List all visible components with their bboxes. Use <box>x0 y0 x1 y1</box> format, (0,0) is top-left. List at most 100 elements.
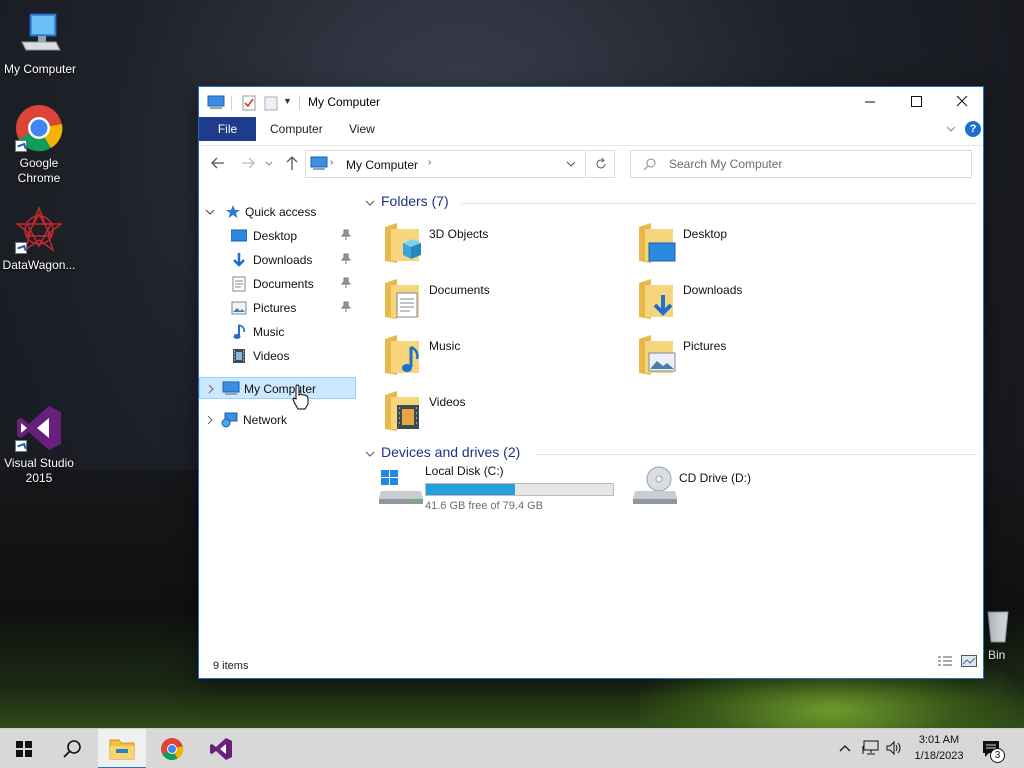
clock-time[interactable]: 3:01 AM <box>908 734 970 746</box>
notification-count-badge: 3 <box>990 748 1005 763</box>
desktop-icon-my-computer[interactable]: My Computer <box>0 10 80 77</box>
shortcut-arrow-icon <box>15 242 27 254</box>
clock-date[interactable]: 1/18/2023 <box>908 750 970 762</box>
desktop-icon-label: Google Chrome <box>17 156 61 185</box>
folder-documents[interactable]: Documents <box>383 275 623 325</box>
nav-item-music[interactable]: Music <box>199 321 356 343</box>
group-header-label: Folders (7) <box>381 193 449 209</box>
download-arrow-icon <box>231 252 247 271</box>
title-bar[interactable]: ▼ My Computer <box>199 87 983 117</box>
pin-icon[interactable] <box>340 253 352 265</box>
folder-name: Music <box>429 339 461 353</box>
nav-item-downloads[interactable]: Downloads <box>199 249 356 271</box>
help-icon[interactable]: ? <box>965 121 981 137</box>
group-header-folders[interactable]: Folders (7) <box>365 193 977 213</box>
computer-icon <box>222 381 240 400</box>
tab-computer[interactable]: Computer <box>256 117 337 141</box>
minimize-button[interactable] <box>847 87 893 117</box>
music-note-icon <box>233 324 247 343</box>
status-item-count: 9 items <box>213 660 249 672</box>
pin-icon[interactable] <box>340 277 352 289</box>
group-divider <box>535 454 977 455</box>
address-bar[interactable]: › My Computer › <box>305 150 586 178</box>
visual-studio-icon <box>15 404 63 452</box>
start-button[interactable] <box>0 729 48 768</box>
hand-cursor-icon <box>292 384 310 413</box>
document-icon <box>232 276 246 295</box>
nav-item-network[interactable]: Network <box>199 409 356 431</box>
search-button[interactable] <box>48 729 96 768</box>
tab-view[interactable]: View <box>335 117 389 141</box>
volume-icon[interactable] <box>885 740 903 759</box>
folder-3d-objects[interactable]: 3D Objects <box>383 219 623 269</box>
drive-cd-d[interactable]: CD Drive (D:) <box>633 463 873 523</box>
file-explorer-window: ▼ My Computer File Computer View ? › My … <box>198 86 984 679</box>
recent-locations-dropdown[interactable] <box>263 154 275 172</box>
close-button[interactable] <box>939 87 985 117</box>
folder-desktop[interactable]: Desktop <box>637 219 877 269</box>
computer-icon <box>207 95 225 114</box>
drive-usage-fill <box>426 484 515 495</box>
expand-ribbon-chevron-icon[interactable] <box>944 122 958 136</box>
breadcrumb-chevron-icon[interactable]: › <box>428 157 431 168</box>
refresh-button[interactable] <box>587 150 615 178</box>
nav-item-quick-access[interactable]: Quick access <box>199 201 356 223</box>
desktop-folder-icon <box>230 229 248 246</box>
search-input[interactable] <box>669 151 959 177</box>
chevron-down-icon[interactable] <box>365 448 375 462</box>
picture-icon <box>231 301 247 318</box>
folder-name: Pictures <box>683 339 727 353</box>
folder-name: Downloads <box>683 283 743 297</box>
search-icon <box>643 157 657 174</box>
drive-name: Local Disk (C:) <box>425 464 504 478</box>
details-view-icon[interactable] <box>937 655 953 670</box>
nav-item-label: Videos <box>253 349 290 363</box>
taskbar-chrome[interactable] <box>148 729 196 768</box>
taskbar-file-explorer[interactable] <box>98 729 146 768</box>
downloads-folder-icon <box>637 277 677 324</box>
breadcrumb-my-computer[interactable]: My Computer <box>346 158 418 172</box>
folder-videos[interactable]: Videos <box>383 387 623 437</box>
taskbar-visual-studio[interactable] <box>196 729 244 768</box>
desktop-icon-datawagon[interactable]: DataWagon... <box>0 205 79 273</box>
drive-local-disk-c[interactable]: Local Disk (C:) 41.6 GB free of 79.4 GB <box>379 463 639 523</box>
show-hidden-icons-chevron-icon[interactable] <box>838 741 852 758</box>
desktop-icon-google-chrome[interactable]: Google Chrome <box>0 104 79 186</box>
nav-item-videos[interactable]: Videos <box>199 345 356 367</box>
pin-icon[interactable] <box>340 229 352 241</box>
nav-item-my-computer[interactable]: My Computer <box>199 377 356 399</box>
videos-folder-icon <box>383 389 423 436</box>
nav-item-pictures[interactable]: Pictures <box>199 297 356 319</box>
forward-button[interactable] <box>239 154 257 172</box>
computer-icon <box>310 156 328 175</box>
address-dropdown-icon[interactable] <box>564 157 578 174</box>
new-folder-icon[interactable] <box>263 95 279 114</box>
nav-item-documents[interactable]: Documents <box>199 273 356 295</box>
large-icons-view-icon[interactable] <box>961 655 977 670</box>
chevron-down-icon[interactable] <box>365 197 375 211</box>
desktop-icon-visual-studio-2015[interactable]: Visual Studio 2015 <box>0 404 79 486</box>
folder-music[interactable]: Music <box>383 331 623 381</box>
properties-icon[interactable] <box>241 95 257 114</box>
3d-objects-folder-icon <box>383 221 423 268</box>
nav-item-desktop[interactable]: Desktop <box>199 225 356 247</box>
chevron-right-icon[interactable] <box>206 383 216 394</box>
maximize-button[interactable] <box>893 87 939 117</box>
breadcrumb-separator-icon[interactable]: › <box>330 157 333 168</box>
search-box[interactable] <box>630 150 972 178</box>
nav-item-label: Network <box>243 413 288 427</box>
pictures-folder-icon <box>637 333 677 380</box>
back-button[interactable] <box>209 154 227 172</box>
desktop-icon-label: DataWagon... <box>2 258 76 272</box>
tab-file[interactable]: File <box>199 117 256 141</box>
chevron-right-icon[interactable] <box>205 414 215 425</box>
music-folder-icon <box>383 333 423 380</box>
folder-downloads[interactable]: Downloads <box>637 275 877 325</box>
up-button[interactable] <box>283 154 301 172</box>
network-status-icon[interactable] <box>862 740 880 759</box>
pin-icon[interactable] <box>340 301 352 313</box>
customize-quick-access-icon[interactable]: ▼ <box>283 96 292 106</box>
folder-pictures[interactable]: Pictures <box>637 331 877 381</box>
chevron-down-icon[interactable] <box>205 206 215 216</box>
group-header-devices[interactable]: Devices and drives (2) <box>365 444 977 464</box>
